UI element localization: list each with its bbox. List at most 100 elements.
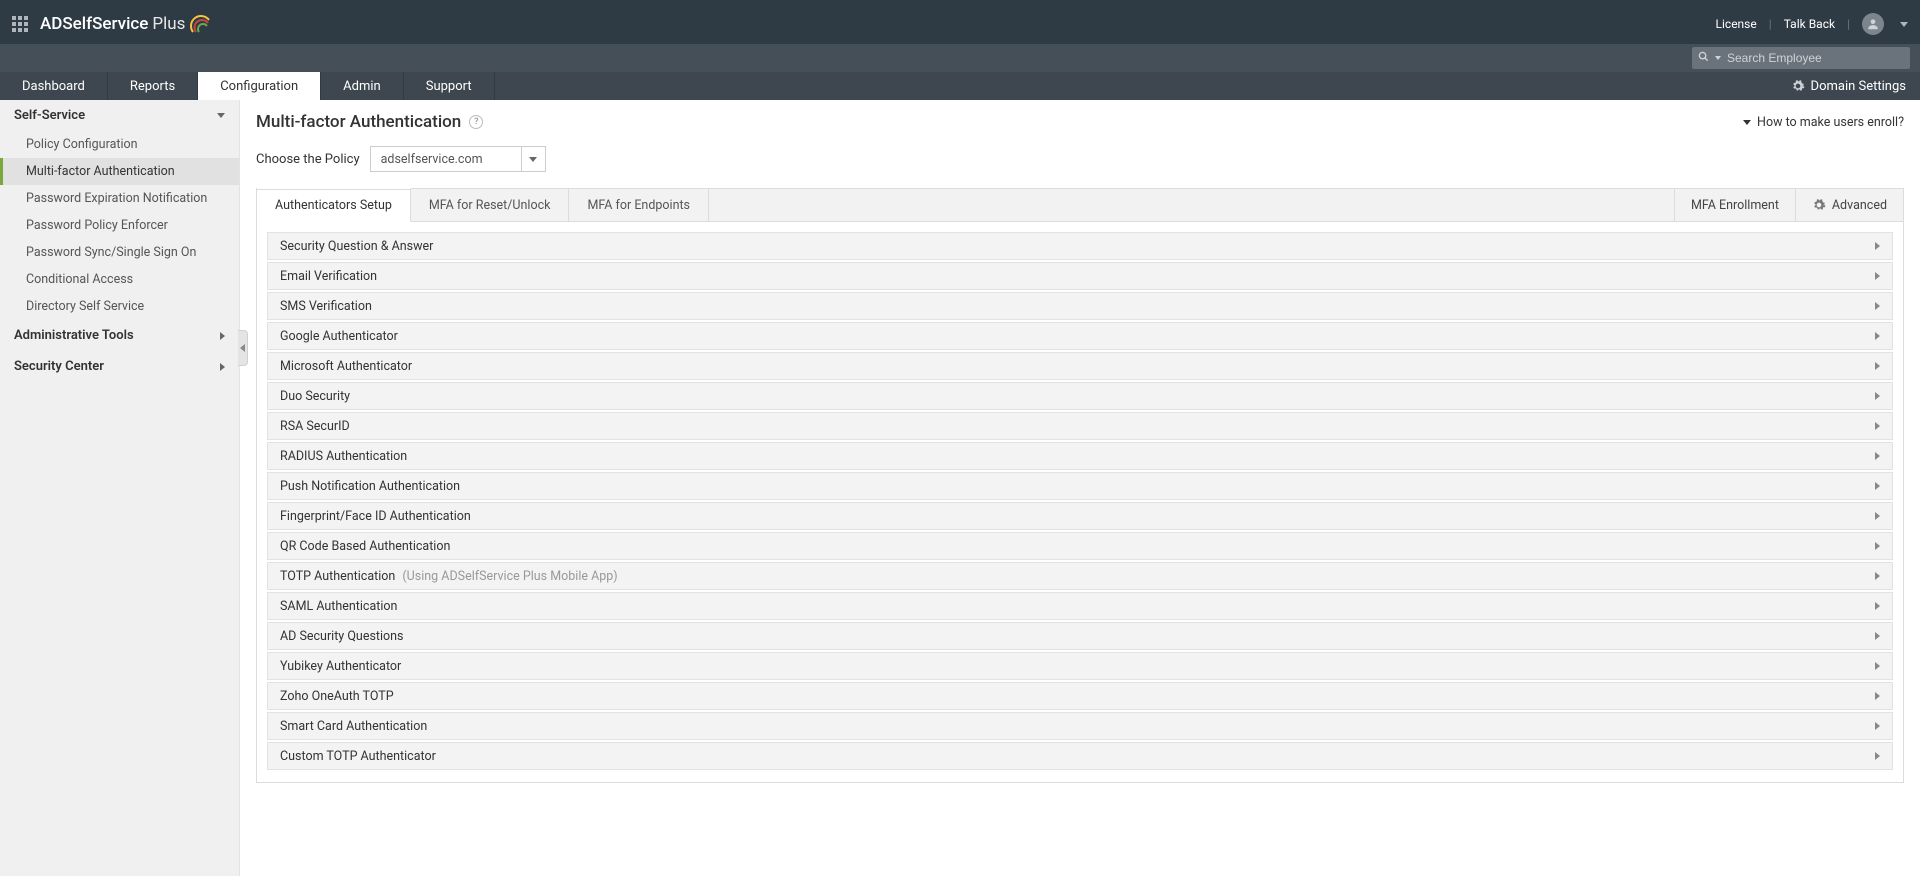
auth-saml[interactable]: SAML Authentication: [267, 592, 1893, 620]
chevron-right-icon: [1875, 302, 1880, 310]
auth-smart-card[interactable]: Smart Card Authentication: [267, 712, 1893, 740]
main-nav: Dashboard Reports Configuration Admin Su…: [0, 72, 1920, 100]
auth-google-authenticator[interactable]: Google Authenticator: [267, 322, 1893, 350]
chevron-right-icon: [1875, 722, 1880, 730]
chevron-right-icon: [1875, 452, 1880, 460]
chevron-right-icon: [1875, 482, 1880, 490]
page-title: Multi-factor Authentication ?: [256, 112, 483, 132]
product-logo[interactable]: ADSelfService Plus: [40, 12, 213, 36]
policy-select[interactable]: adselfservice.com: [370, 146, 546, 172]
auth-label: SAML Authentication: [280, 599, 397, 614]
nav-admin[interactable]: Admin: [321, 72, 404, 100]
auth-label: Fingerprint/Face ID Authentication: [280, 509, 471, 524]
auth-label: Security Question & Answer: [280, 239, 433, 254]
auth-rsa-securid[interactable]: RSA SecurID: [267, 412, 1893, 440]
auth-yubikey[interactable]: Yubikey Authenticator: [267, 652, 1893, 680]
chevron-right-icon: [220, 363, 225, 371]
chevron-right-icon: [1875, 692, 1880, 700]
link-divider: |: [1847, 17, 1850, 31]
link-divider: |: [1769, 17, 1772, 31]
auth-label: TOTP Authentication: [280, 569, 395, 584]
auth-qr-code[interactable]: QR Code Based Authentication: [267, 532, 1893, 560]
chevron-right-icon: [1875, 572, 1880, 580]
mfa-tabstrip: Authenticators Setup MFA for Reset/Unloc…: [256, 188, 1904, 222]
auth-label: QR Code Based Authentication: [280, 539, 450, 554]
gear-icon: [1791, 79, 1805, 93]
tab-mfa-endpoints[interactable]: MFA for Endpoints: [569, 189, 709, 221]
auth-push-notification[interactable]: Push Notification Authentication: [267, 472, 1893, 500]
auth-label: Microsoft Authenticator: [280, 359, 412, 374]
auth-label: Push Notification Authentication: [280, 479, 460, 494]
brand-suffix: Plus: [152, 14, 185, 34]
chevron-down-icon: [217, 113, 225, 118]
auth-ad-security-questions[interactable]: AD Security Questions: [267, 622, 1893, 650]
auth-hint: (Using ADSelfService Plus Mobile App): [402, 569, 617, 584]
search-input[interactable]: [1727, 51, 1904, 65]
policy-select-toggle[interactable]: [521, 147, 545, 171]
sidebar-item-conditional-access[interactable]: Conditional Access: [0, 266, 239, 293]
logo-arc-icon: [189, 12, 213, 36]
auth-label: Zoho OneAuth TOTP: [280, 689, 394, 704]
user-menu-caret-icon[interactable]: [1900, 22, 1908, 27]
brand-text: ADSelfService: [40, 14, 148, 34]
auth-email-verification[interactable]: Email Verification: [267, 262, 1893, 290]
apps-grid-icon[interactable]: [12, 16, 28, 32]
talk-back-link[interactable]: Talk Back: [1784, 17, 1835, 31]
employee-search[interactable]: [1692, 47, 1910, 69]
auth-label: Yubikey Authenticator: [280, 659, 401, 674]
chevron-right-icon: [1875, 362, 1880, 370]
nav-configuration[interactable]: Configuration: [198, 72, 321, 100]
auth-microsoft-authenticator[interactable]: Microsoft Authenticator: [267, 352, 1893, 380]
auth-label: Duo Security: [280, 389, 350, 404]
nav-reports[interactable]: Reports: [108, 72, 198, 100]
search-scope-caret-icon[interactable]: [1715, 56, 1721, 60]
auth-label: Google Authenticator: [280, 329, 398, 344]
auth-zoho-oneauth-totp[interactable]: Zoho OneAuth TOTP: [267, 682, 1893, 710]
auth-label: RSA SecurID: [280, 419, 350, 434]
search-icon: [1698, 51, 1709, 65]
auth-sms-verification[interactable]: SMS Verification: [267, 292, 1893, 320]
sidebar-section-label: Security Center: [14, 359, 104, 374]
tab-mfa-reset-unlock[interactable]: MFA for Reset/Unlock: [411, 189, 570, 221]
sidebar-item-password-policy[interactable]: Password Policy Enforcer: [0, 212, 239, 239]
auth-radius[interactable]: RADIUS Authentication: [267, 442, 1893, 470]
tab-authenticators-setup[interactable]: Authenticators Setup: [257, 188, 411, 222]
sidebar-item-directory-self-service[interactable]: Directory Self Service: [0, 293, 239, 320]
chevron-right-icon: [1875, 242, 1880, 250]
sidebar-item-sso[interactable]: Password Sync/Single Sign On: [0, 239, 239, 266]
page-title-text: Multi-factor Authentication: [256, 112, 461, 132]
nav-support[interactable]: Support: [404, 72, 495, 100]
chevron-right-icon: [1875, 422, 1880, 430]
sidebar-collapse-handle[interactable]: [238, 330, 248, 366]
chevron-right-icon: [1875, 542, 1880, 550]
chevron-left-icon: [240, 344, 245, 352]
chevron-right-icon: [1875, 392, 1880, 400]
authenticators-panel: Security Question & Answer Email Verific…: [256, 222, 1904, 783]
sidebar-section-self-service[interactable]: Self-Service: [0, 100, 239, 131]
chevron-right-icon: [1875, 632, 1880, 640]
license-link[interactable]: License: [1716, 17, 1757, 31]
chevron-right-icon: [1875, 602, 1880, 610]
help-icon[interactable]: ?: [469, 115, 483, 129]
auth-security-question[interactable]: Security Question & Answer: [267, 232, 1893, 260]
auth-fingerprint-faceid[interactable]: Fingerprint/Face ID Authentication: [267, 502, 1893, 530]
how-to-enroll-link[interactable]: How to make users enroll?: [1743, 115, 1904, 130]
user-avatar[interactable]: [1862, 13, 1884, 35]
sidebar: Self-Service Policy Configuration Multi-…: [0, 100, 240, 876]
sidebar-item-password-expiration[interactable]: Password Expiration Notification: [0, 185, 239, 212]
sidebar-item-policy-configuration[interactable]: Policy Configuration: [0, 131, 239, 158]
domain-settings-button[interactable]: Domain Settings: [1777, 72, 1920, 100]
tab-advanced[interactable]: Advanced: [1795, 189, 1903, 221]
chevron-right-icon: [220, 332, 225, 340]
sidebar-section-admin-tools[interactable]: Administrative Tools: [0, 320, 239, 351]
auth-custom-totp[interactable]: Custom TOTP Authenticator: [267, 742, 1893, 770]
nav-dashboard[interactable]: Dashboard: [0, 72, 108, 100]
auth-totp[interactable]: TOTP Authentication (Using ADSelfService…: [267, 562, 1893, 590]
auth-duo-security[interactable]: Duo Security: [267, 382, 1893, 410]
tab-mfa-enrollment[interactable]: MFA Enrollment: [1674, 189, 1795, 221]
auth-label: SMS Verification: [280, 299, 372, 314]
sidebar-section-label: Administrative Tools: [14, 328, 134, 343]
sidebar-item-mfa[interactable]: Multi-factor Authentication: [0, 158, 239, 185]
chevron-right-icon: [1875, 272, 1880, 280]
sidebar-section-security-center[interactable]: Security Center: [0, 351, 239, 382]
